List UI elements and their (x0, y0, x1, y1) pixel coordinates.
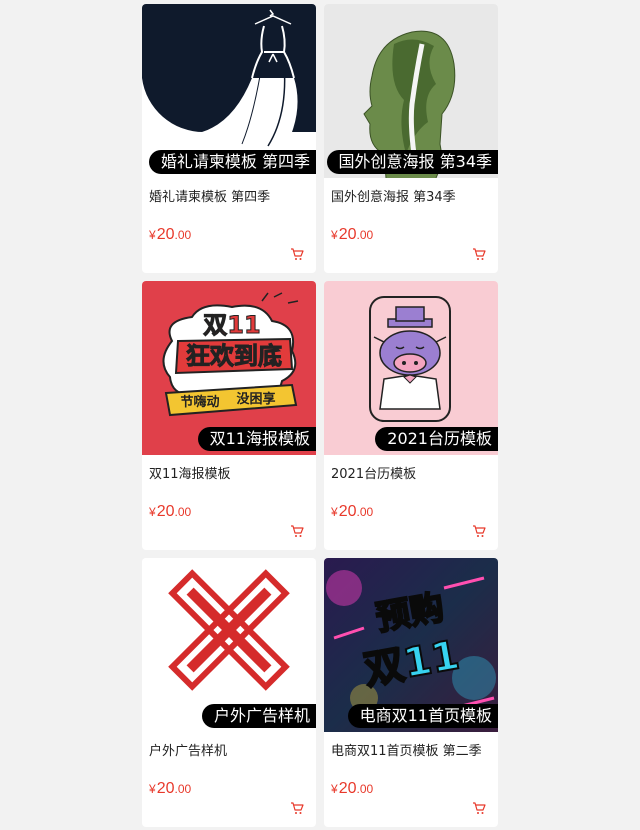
product-card[interactable]: 国外创意海报 第34季 国外创意海报 第34季 ¥20.00 (324, 4, 498, 273)
thumbnail-label: 2021台历模板 (375, 427, 498, 451)
product-thumbnail[interactable]: 预购 双11 电商双11首页模板 (324, 558, 498, 732)
price-decimal: .00 (174, 228, 192, 242)
thumbnail-label: 电商双11首页模板 (347, 704, 498, 728)
product-thumbnail[interactable]: 双11 狂欢到底 节嗨动 没困享 双11海报模板 (142, 281, 316, 455)
price-currency: ¥ (331, 782, 338, 796)
shopping-cart-icon[interactable] (472, 524, 486, 538)
price-currency: ¥ (331, 505, 338, 519)
shopping-cart-icon[interactable] (290, 801, 304, 815)
product-title[interactable]: 电商双11首页模板 第二季 (331, 740, 493, 759)
product-card[interactable]: 预购 双11 电商双11首页模板 电商双11首页模板 第二季 ¥20.00 (324, 558, 498, 827)
thumbnail-label: 国外创意海报 第34季 (326, 150, 498, 174)
product-card[interactable]: 婚礼请柬模板 第四季 婚礼请柬模板 第四季 ¥20.00 (142, 4, 316, 273)
thumbnail-label: 户外广告样机 (201, 704, 316, 728)
price-integer: 20 (156, 780, 175, 797)
product-grid: 婚礼请柬模板 第四季 婚礼请柬模板 第四季 ¥20.00 国外创意海报 第34季… (142, 4, 498, 827)
price-integer: 20 (338, 226, 357, 243)
art-text-banner-right: 没困享 (236, 391, 275, 407)
product-price: ¥20.00 (331, 780, 373, 798)
thumbnail-label: 婚礼请柬模板 第四季 (148, 150, 316, 174)
product-price: ¥20.00 (149, 503, 191, 521)
shopping-cart-icon[interactable] (290, 247, 304, 261)
product-price: ¥20.00 (331, 503, 373, 521)
product-price: ¥20.00 (331, 226, 373, 244)
art-text-slogan: 狂欢到底 (186, 342, 282, 370)
price-decimal: .00 (174, 782, 192, 796)
price-decimal: .00 (174, 505, 192, 519)
product-title[interactable]: 户外广告样机 (149, 740, 311, 759)
product-card[interactable]: 2021台历模板 2021台历模板 ¥20.00 (324, 281, 498, 550)
price-decimal: .00 (356, 505, 374, 519)
price-currency: ¥ (149, 228, 156, 242)
price-currency: ¥ (149, 782, 156, 796)
price-integer: 20 (156, 503, 175, 520)
product-thumbnail[interactable]: 国外创意海报 第34季 (324, 4, 498, 178)
product-thumbnail[interactable]: 户外广告样机 (142, 558, 316, 732)
price-currency: ¥ (149, 505, 156, 519)
price-integer: 20 (338, 780, 357, 797)
product-title[interactable]: 2021台历模板 (331, 463, 493, 482)
art-text-banner-left: 节嗨动 (180, 394, 219, 410)
price-integer: 20 (338, 503, 357, 520)
product-price: ¥20.00 (149, 780, 191, 798)
price-currency: ¥ (331, 228, 338, 242)
product-card[interactable]: 双11 狂欢到底 节嗨动 没困享 双11海报模板 双11海报模板 ¥20.00 (142, 281, 316, 550)
product-thumbnail[interactable]: 婚礼请柬模板 第四季 (142, 4, 316, 178)
product-title[interactable]: 国外创意海报 第34季 (331, 186, 493, 205)
price-integer: 20 (156, 226, 175, 243)
price-decimal: .00 (356, 782, 374, 796)
shopping-cart-icon[interactable] (472, 801, 486, 815)
price-decimal: .00 (356, 228, 374, 242)
product-price: ¥20.00 (149, 226, 191, 244)
shopping-cart-icon[interactable] (290, 524, 304, 538)
product-title[interactable]: 双11海报模板 (149, 463, 311, 482)
shopping-cart-icon[interactable] (472, 247, 486, 261)
product-card[interactable]: 户外广告样机 户外广告样机 ¥20.00 (142, 558, 316, 827)
product-thumbnail[interactable]: 2021台历模板 (324, 281, 498, 455)
art-text-double-11: 双11 (203, 311, 260, 339)
product-title[interactable]: 婚礼请柬模板 第四季 (149, 186, 311, 205)
thumbnail-label: 双11海报模板 (197, 427, 316, 451)
